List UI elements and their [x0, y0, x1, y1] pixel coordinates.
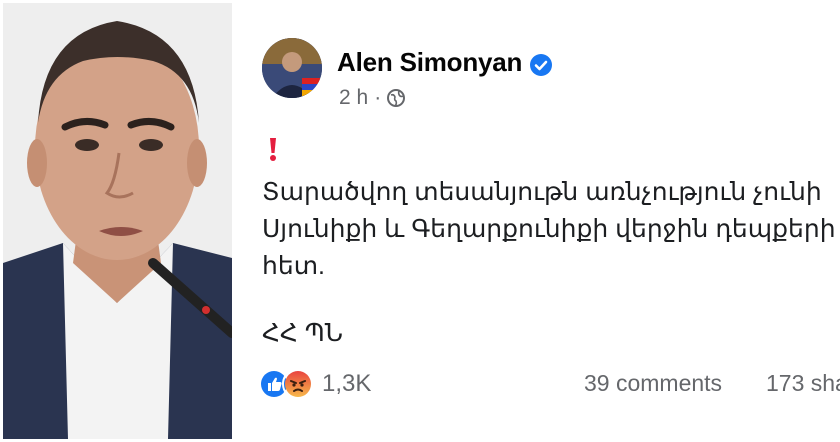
globe-icon — [387, 89, 406, 107]
author-name-text[interactable]: Alen Simonyan — [337, 47, 522, 78]
author-avatar[interactable] — [262, 38, 322, 98]
post-time[interactable]: 2 h — [339, 86, 368, 110]
reaction-count[interactable]: 1,3K — [322, 370, 371, 398]
meta-separator: · — [374, 86, 382, 109]
reactions-summary[interactable]: 1,3K — [258, 368, 371, 400]
post-body-line: հետ. — [262, 252, 325, 280]
facebook-post: Alen Simonyan 2 h · Տարածվող տեսանյութն … — [248, 0, 840, 442]
angry-icon — [282, 368, 314, 400]
exclamation-icon — [268, 138, 278, 162]
verified-badge-icon — [530, 52, 553, 76]
post-body-line: Սյունիքի և Գեղարքունիքի վերջին դեպքերի — [262, 215, 836, 243]
post-body: Տարածվող տեսանյութն առնչություն չունի Սյ… — [262, 174, 840, 285]
post-body-line: Տարածվող տեսանյութն առնչություն չունի — [262, 178, 822, 206]
post-signature: ՀՀ ՊՆ — [262, 319, 343, 347]
profile-photo — [3, 3, 232, 439]
author-name[interactable]: Alen Simonyan — [337, 47, 553, 78]
comments-count[interactable]: 39 comments — [584, 370, 722, 397]
shares-count[interactable]: 173 sha — [766, 370, 840, 397]
post-meta: 2 h · — [339, 86, 406, 110]
